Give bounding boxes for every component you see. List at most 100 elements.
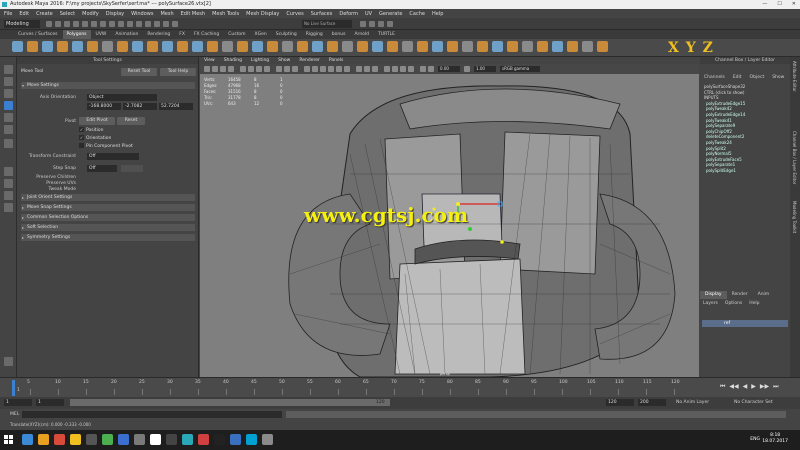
lights-icon[interactable] [336,66,342,72]
character-set-dropdown[interactable]: No Character Set [734,400,773,405]
bookmark-icon[interactable] [220,66,226,72]
redo-icon[interactable] [82,21,88,27]
shelf-tab-curves-surfaces[interactable]: Curves / Surfaces [14,30,62,39]
layer-menu-help[interactable]: Help [749,301,759,306]
shelf-tab-turtle[interactable]: TURTLE [374,30,399,39]
playback-button[interactable]: ◀◀ [729,383,738,391]
separate-icon[interactable] [147,41,158,52]
move-tool-icon[interactable] [4,101,13,110]
combine-icon[interactable] [132,41,143,52]
menu-mesh-tools[interactable]: Mesh Tools [212,11,239,17]
channel-menu-object[interactable]: Object [750,74,765,82]
taskbar-app-icon[interactable] [230,434,241,445]
snap-grid-icon[interactable] [118,21,124,27]
select-hierarchy-icon[interactable] [91,21,97,27]
shelf-tab-sculpting[interactable]: Sculpting [272,30,301,39]
history-icon[interactable] [154,21,160,27]
live-surface-field[interactable]: No Live Surface [302,20,352,28]
render-view-icon[interactable] [378,21,384,27]
windows-start-icon[interactable] [4,435,13,444]
menu-curves[interactable]: Curves [286,11,303,17]
time-slider[interactable]: 1 ⏮ ◀◀ ◀ ▶ ▶▶ ⏭ 5 10 15 20 25 30 35 40 45 50 55 60 65 70 75… [0,377,800,397]
menu-edit[interactable]: Edit [19,11,29,17]
range-bar[interactable]: 120 [70,399,390,406]
layer-menu-options[interactable]: Options [725,301,742,306]
ipr-icon[interactable] [172,21,178,27]
menu-surfaces[interactable]: Surfaces [311,11,333,17]
textured-icon[interactable] [328,66,334,72]
camera-select-icon[interactable] [204,66,210,72]
four-view-icon[interactable] [4,179,13,188]
menu-edit-mesh[interactable]: Edit Mesh [181,11,205,17]
playback-end-field[interactable]: 120 [606,399,634,406]
section-joint-orient-settings[interactable]: Joint Orient Settings [21,194,195,201]
uv-editor-icon[interactable] [312,41,323,52]
shelf-tab-xgen[interactable]: XGen [251,30,271,39]
move-settings-section[interactable]: Move Settings [21,82,195,89]
menu-file[interactable]: File [4,11,12,17]
motion-blur-icon[interactable] [392,66,398,72]
save-scene-icon[interactable] [64,21,70,27]
shelf-tab-rigging[interactable]: Rigging [302,30,327,39]
reset-tool-button[interactable]: Reset Tool [121,68,157,76]
outliner-layout-icon[interactable] [4,191,13,200]
planar-map-icon[interactable] [327,41,338,52]
rotate-tool-icon[interactable] [4,113,13,122]
cleanup-icon[interactable] [477,41,488,52]
mel-label[interactable]: MEL [10,412,19,417]
menu-uv[interactable]: UV [365,11,372,17]
menu-cache[interactable]: Cache [409,11,425,17]
last-tool-icon[interactable] [4,139,13,148]
poly-cone-icon[interactable] [57,41,68,52]
layer-tab-display[interactable]: Display [700,291,727,299]
target-weld-icon[interactable] [237,41,248,52]
camera-attributes-icon[interactable] [212,66,218,72]
axis-orientation-dropdown[interactable]: Object [87,94,157,101]
playback-button[interactable]: ⏭ [773,383,778,391]
taskbar-app-icon[interactable] [198,434,209,445]
fill-hole-icon[interactable] [282,41,293,52]
snap-surface-icon[interactable] [145,21,151,27]
layer-tab-render[interactable]: Render [727,291,753,299]
menu-display[interactable]: Display [106,11,124,17]
smooth-icon[interactable] [162,41,173,52]
coord-z-field[interactable]: 52.7204 [159,103,193,110]
side-tab-modeling-toolkit[interactable]: Modeling Toolkit [792,201,797,233]
auto-map-icon[interactable] [372,41,383,52]
poly-cylinder-icon[interactable] [42,41,53,52]
animation-start-field[interactable]: 1 [4,399,32,406]
wireframe-icon[interactable] [304,66,310,72]
viewport-menu-renderer[interactable]: Renderer [299,57,320,64]
channel-menu-edit[interactable]: Edit [733,74,742,82]
section-soft-selection[interactable]: Soft Selection [21,224,195,231]
script-editor-icon[interactable] [4,357,13,366]
viewport-menu-shading[interactable]: Shading [224,57,242,64]
viewport-menu-panels[interactable]: Panels [329,57,343,64]
section-symmetry-settings[interactable]: Symmetry Settings [21,234,195,241]
select-tool-icon[interactable] [4,65,13,74]
menu-mesh[interactable]: Mesh [160,11,173,17]
layer-tab-anim[interactable]: Anim [753,291,775,299]
side-tab-attribute-editor[interactable]: Attribute Editor [792,61,797,92]
poly-torus-icon[interactable] [72,41,83,52]
menu-generate[interactable]: Generate [379,11,402,17]
sidebar-toggle-icon[interactable] [387,21,393,27]
playback-button[interactable]: ⏮ [720,383,725,391]
transform-constraint-dropdown[interactable]: Off [87,153,139,160]
poly-disc-icon[interactable] [102,41,113,52]
resolution-gate-icon[interactable] [256,66,262,72]
playhead[interactable] [12,380,15,396]
playback-start-field[interactable]: 1 [36,399,64,406]
hypershade-icon[interactable] [369,21,375,27]
section-common-selection-options[interactable]: Common Selection Options [21,214,195,221]
menu-create[interactable]: Create [36,11,53,17]
align-icon[interactable] [567,41,578,52]
coord-y-field[interactable]: -2.7082 [123,103,157,110]
field-chart-icon[interactable] [276,66,282,72]
shelf-tab-fx-caching[interactable]: FX Caching [190,30,223,39]
viewport-menu-lighting[interactable]: Lighting [251,57,269,64]
shelf-tab-polygons[interactable]: Polygons [62,30,91,39]
pin-pivot-checkbox[interactable]: Pin Component Pivot [79,143,133,149]
shelf-tab-arnold[interactable]: Arnold [350,30,373,39]
taskbar-app-icon[interactable] [70,434,81,445]
